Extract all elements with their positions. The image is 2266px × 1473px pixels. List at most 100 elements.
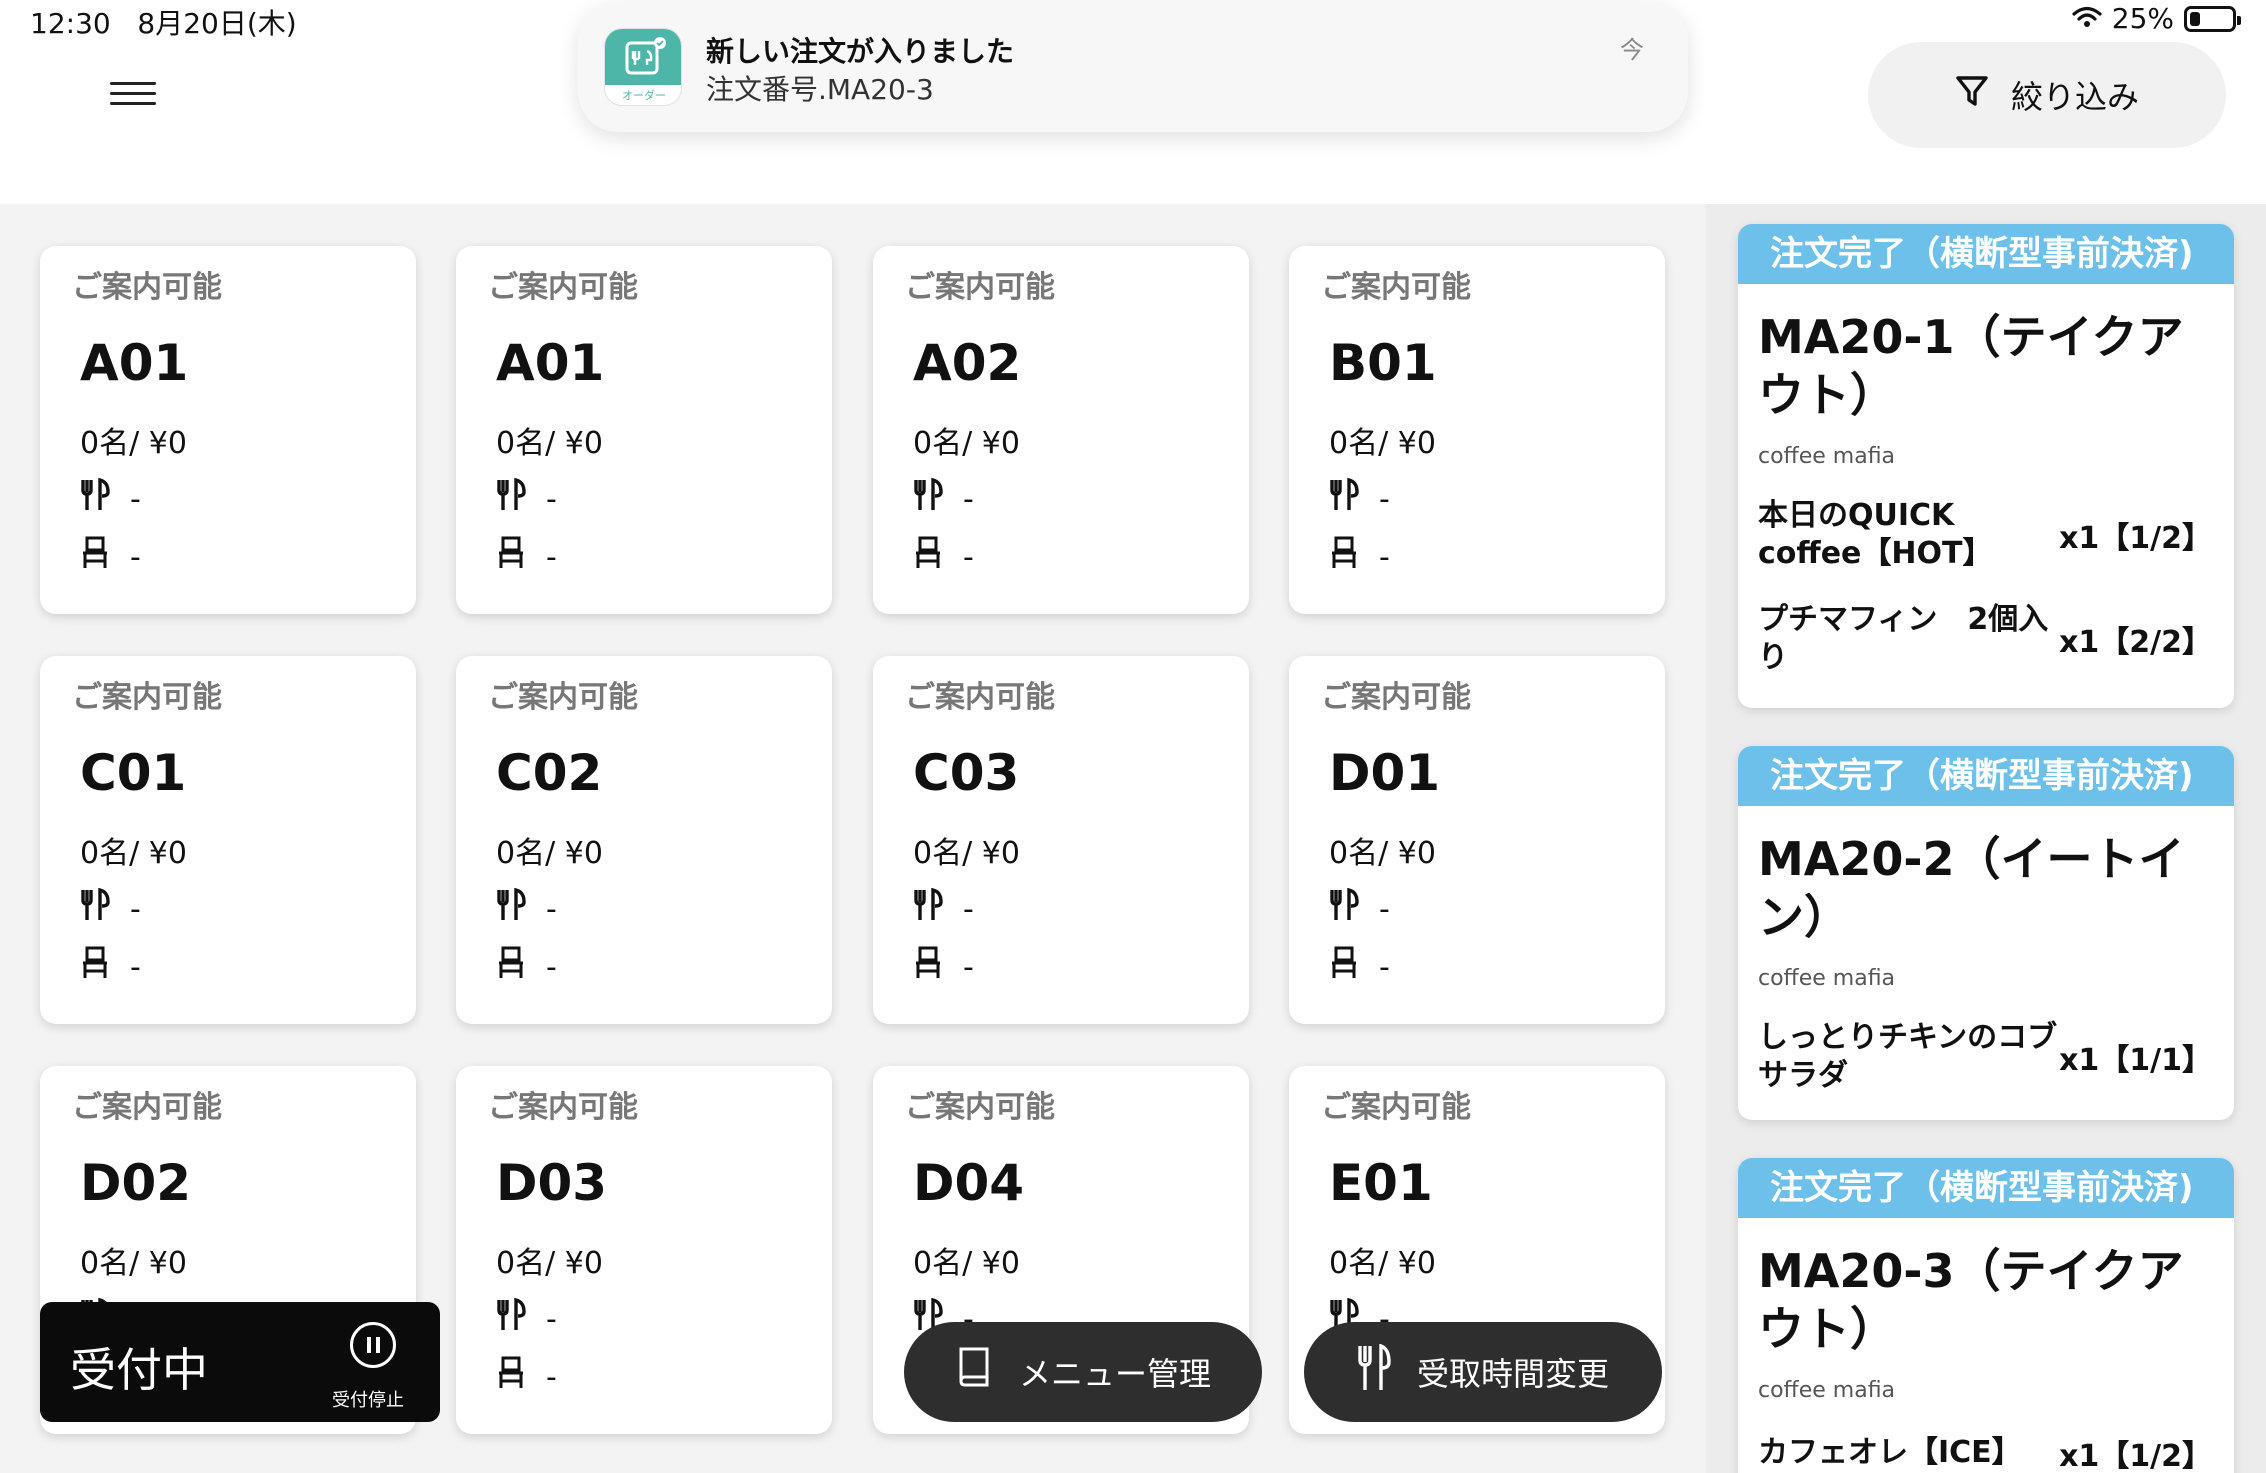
table-guests-amount: 0名/ ¥0 — [496, 1246, 603, 1281]
table-guests-amount: 0名/ ¥0 — [80, 836, 187, 871]
fork-knife-icon — [1329, 477, 1359, 520]
order-item-name: プチマフィン 2個入り — [1758, 602, 2049, 675]
table-guests-amount: 0名/ ¥0 — [496, 426, 603, 461]
chair-icon — [80, 946, 110, 988]
table-name: C03 — [913, 744, 1020, 802]
table-status: ご案内可能 — [488, 680, 638, 715]
menu-manage-button[interactable]: メニュー管理 — [904, 1322, 1262, 1422]
filter-funnel-icon — [1955, 74, 1989, 116]
table-dish-value: - — [963, 891, 974, 927]
notification-title: 新しい注文が入りました — [706, 35, 1015, 68]
app-icon-label: オーダー — [622, 89, 666, 102]
table-dish-row: - — [80, 887, 141, 930]
fork-knife-icon — [80, 887, 110, 930]
order-shop-name: coffee mafia — [1758, 444, 1896, 469]
table-name: E01 — [1329, 1154, 1433, 1212]
table-card[interactable]: ご案内可能 A02 0名/ ¥0 - - — [873, 246, 1249, 614]
table-seat-value: - — [546, 949, 557, 985]
table-dish-value: - — [963, 481, 974, 517]
table-dish-value: - — [130, 481, 141, 517]
pickup-time-change-label: 受取時間変更 — [1416, 1355, 1609, 1393]
filter-button[interactable]: 絞り込み — [1868, 42, 2226, 148]
book-icon — [955, 1345, 993, 1399]
table-seat-value: - — [963, 539, 974, 575]
table-dish-row: - — [913, 477, 974, 520]
fork-knife-icon — [1357, 1343, 1391, 1400]
order-item-name: カフェオレ【ICE】 — [1758, 1435, 2022, 1470]
hamburger-icon[interactable] — [110, 80, 156, 108]
order-status-header: 注文完了（横断型事前決済) — [1738, 1158, 2234, 1218]
status-bar-datetime: 12:30 8月20日(木) — [30, 2, 297, 42]
chair-icon — [496, 946, 526, 988]
table-card[interactable]: ご案内可能 A01 0名/ ¥0 - - — [456, 246, 832, 614]
table-dish-row: - — [913, 887, 974, 930]
order-title: MA20-1（テイクアウト） — [1758, 310, 2184, 422]
table-name: B01 — [1329, 334, 1437, 392]
menu-manage-label: メニュー管理 — [1018, 1355, 1211, 1393]
table-name: D03 — [496, 1154, 608, 1212]
table-name: C01 — [80, 744, 187, 802]
table-status: ご案内可能 — [72, 680, 222, 715]
pickup-time-change-button[interactable]: 受取時間変更 — [1304, 1322, 1662, 1422]
table-dish-value: - — [130, 891, 141, 927]
table-card[interactable]: ご案内可能 A01 0名/ ¥0 - - — [40, 246, 416, 614]
chair-icon — [496, 1356, 526, 1398]
table-card[interactable]: ご案内可能 B01 0名/ ¥0 - - — [1289, 246, 1665, 614]
table-card[interactable]: ご案内可能 C02 0名/ ¥0 - - — [456, 656, 832, 1024]
table-status: ご案内可能 — [905, 270, 1055, 305]
table-card[interactable]: ご案内可能 D01 0名/ ¥0 - - — [1289, 656, 1665, 1024]
fork-knife-icon — [80, 477, 110, 520]
order-title: MA20-3（テイクアウト） — [1758, 1244, 2184, 1356]
battery-percentage: 25% — [2111, 2, 2174, 35]
table-name: A01 — [496, 334, 605, 392]
accepting-status-button[interactable]: 受付中 受付停止 — [40, 1302, 440, 1422]
status-date: 8月20日(木) — [137, 7, 297, 40]
chair-icon — [496, 536, 526, 578]
fork-knife-icon — [1329, 887, 1359, 930]
pause-circle-icon[interactable] — [350, 1322, 396, 1368]
table-dish-value: - — [546, 481, 557, 517]
table-guests-amount: 0名/ ¥0 — [1329, 836, 1436, 871]
table-dish-value: - — [1379, 891, 1390, 927]
order-card[interactable]: 注文完了（横断型事前決済) MA20-3（テイクアウト） coffee mafi… — [1738, 1158, 2234, 1473]
table-guests-amount: 0名/ ¥0 — [80, 426, 187, 461]
notification-time: 今 — [1620, 36, 1644, 64]
table-status: ご案内可能 — [488, 1090, 638, 1125]
order-item-name: 本日のQUICK coffee【HOT】 — [1758, 498, 1993, 571]
order-shop-name: coffee mafia — [1758, 1378, 1896, 1403]
table-dish-row: - — [496, 477, 557, 520]
notification-banner[interactable]: オーダー 新しい注文が入りました 注文番号.MA20-3 今 — [578, 2, 1688, 132]
table-dish-row: - — [1329, 477, 1390, 520]
table-seat-row: - — [913, 946, 974, 988]
table-seat-row: - — [496, 1356, 557, 1398]
chair-icon — [1329, 536, 1359, 578]
battery-fill — [2190, 11, 2200, 26]
order-shop-name: coffee mafia — [1758, 966, 1896, 991]
table-guests-amount: 0名/ ¥0 — [913, 426, 1020, 461]
table-name: C02 — [496, 744, 603, 802]
table-card[interactable]: ご案内可能 C03 0名/ ¥0 - - — [873, 656, 1249, 1024]
table-seat-row: - — [80, 536, 141, 578]
order-item-qty: x1【1/2】 — [2059, 521, 2212, 556]
order-item-qty: x1【1/2】 — [2059, 1439, 2212, 1473]
fork-knife-icon — [913, 477, 943, 520]
table-card[interactable]: ご案内可能 D03 0名/ ¥0 - - — [456, 1066, 832, 1434]
table-status: ご案内可能 — [1321, 270, 1471, 305]
order-status-header: 注文完了（横断型事前決済) — [1738, 746, 2234, 806]
table-name: D02 — [80, 1154, 192, 1212]
table-seat-row: - — [1329, 536, 1390, 578]
fork-knife-icon — [496, 1297, 526, 1340]
pause-label: 受付停止 — [332, 1390, 404, 1411]
table-seat-value: - — [130, 539, 141, 575]
order-item: しっとりチキンのコブサラダ x1【1/1】 — [1738, 991, 2234, 1095]
app-icon: オーダー — [604, 28, 682, 106]
table-card[interactable]: ご案内可能 C01 0名/ ¥0 - - — [40, 656, 416, 1024]
order-item-name: しっとりチキンのコブサラダ — [1758, 1020, 2058, 1093]
order-card[interactable]: 注文完了（横断型事前決済) MA20-2（イートイン） coffee mafia… — [1738, 746, 2234, 1120]
table-status: ご案内可能 — [72, 1090, 222, 1125]
order-item: カフェオレ【ICE】 x1【1/2】 — [1738, 1403, 2234, 1473]
table-status: ご案内可能 — [488, 270, 638, 305]
table-seat-row: - — [80, 946, 141, 988]
order-card[interactable]: 注文完了（横断型事前決済) MA20-1（テイクアウト） coffee mafi… — [1738, 224, 2234, 708]
table-dish-row: - — [496, 887, 557, 930]
